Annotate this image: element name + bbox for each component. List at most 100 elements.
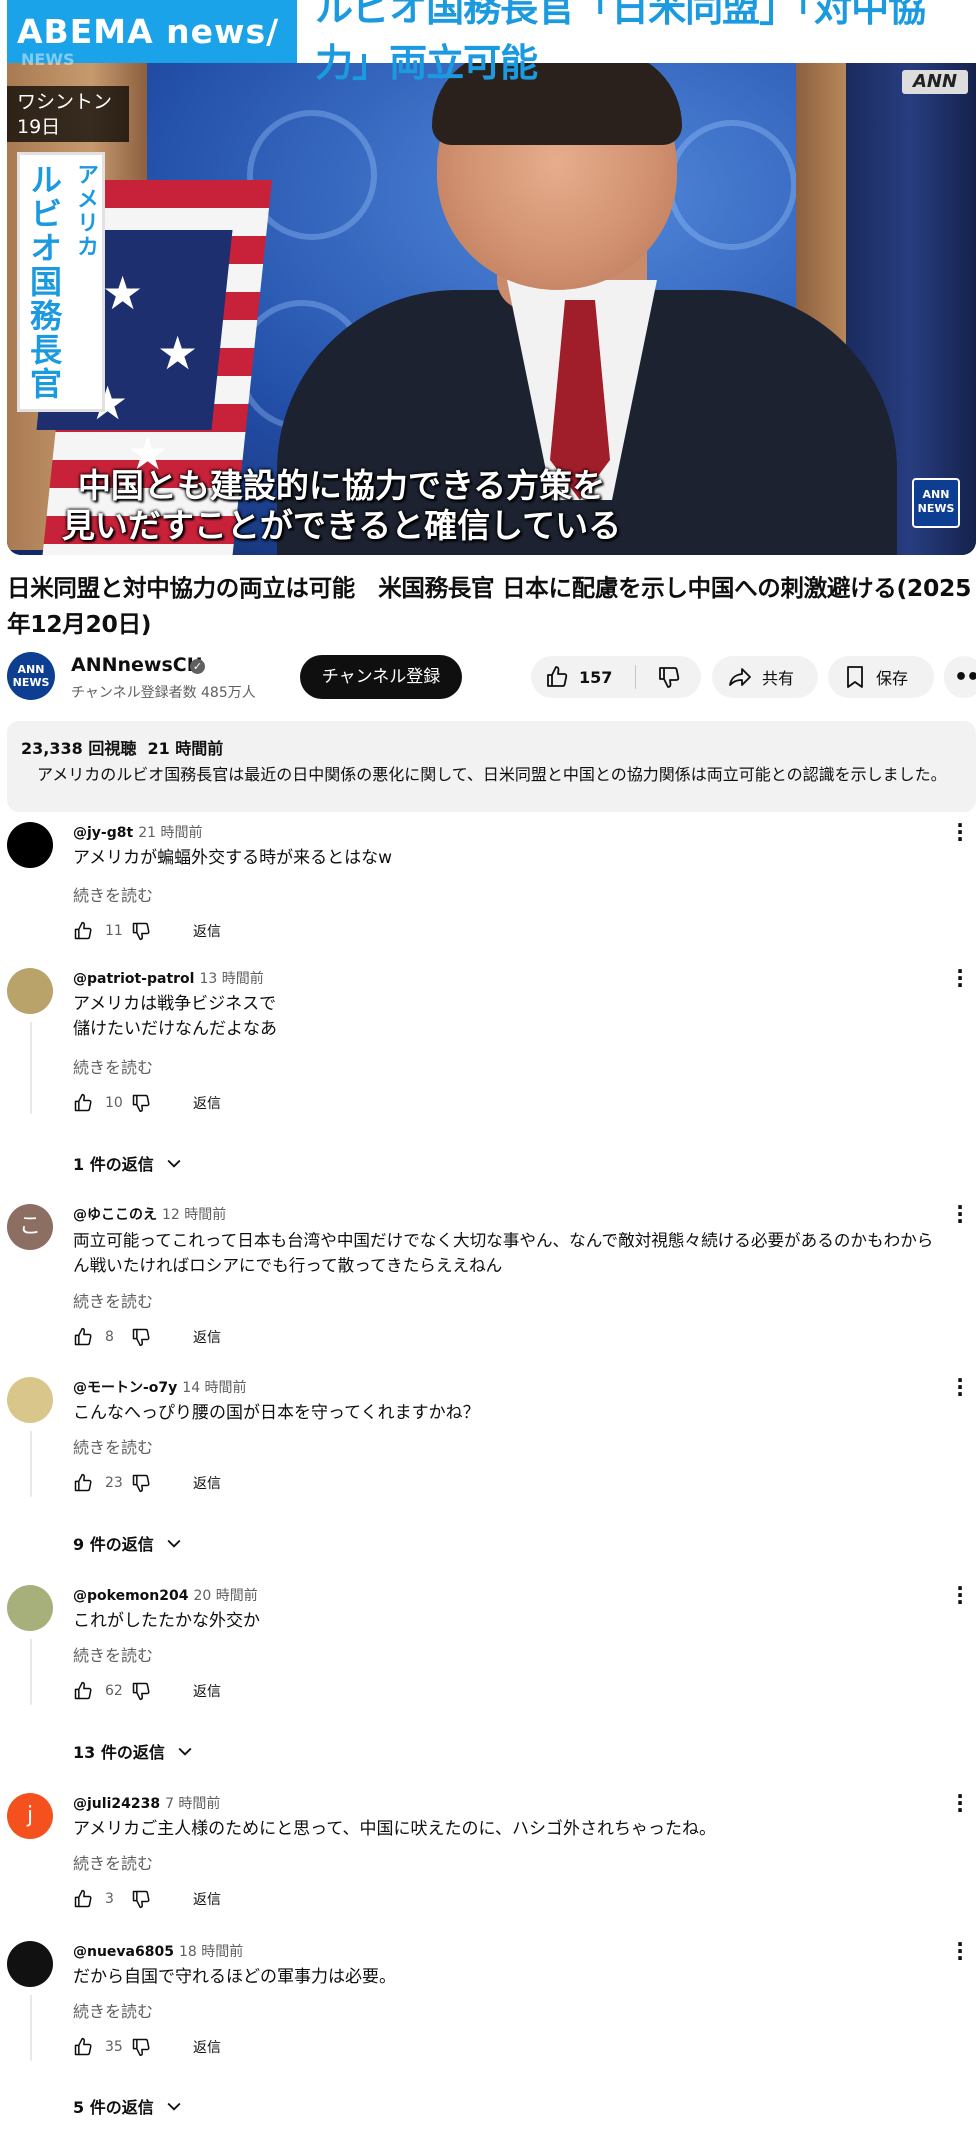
comment-time[interactable]: 14 時間前: [182, 1380, 246, 1396]
thumbs-down-icon[interactable]: [131, 1327, 151, 1347]
comment-header: @モートン-o7y 14 時間前: [73, 1377, 247, 1397]
reply-button[interactable]: 返信: [193, 921, 221, 941]
commenter-avatar[interactable]: j: [7, 1793, 53, 1839]
view-replies-button[interactable]: 9 件の返信: [73, 1531, 184, 1555]
comment-time[interactable]: 12 時間前: [162, 1207, 226, 1223]
reply-button[interactable]: 返信: [193, 1327, 221, 1347]
comment-menu-icon[interactable]: · · ·: [952, 1370, 968, 1404]
avatar-line-1: ANN: [17, 663, 45, 676]
comment-author[interactable]: @juli24238: [73, 1796, 160, 1812]
reply-button[interactable]: 返信: [193, 1889, 221, 1909]
comment-menu-icon[interactable]: · · ·: [952, 1578, 968, 1612]
comment-item: @nueva6805 18 時間前 だから自国で守れるほどの軍事力は必要。 続きを…: [7, 1934, 976, 2121]
thumbs-up-icon[interactable]: [73, 2037, 93, 2057]
read-more-link[interactable]: 続きを読む: [73, 1998, 153, 2022]
comment-time[interactable]: 20 時間前: [193, 1588, 257, 1604]
channel-avatar[interactable]: ANN NEWS: [7, 652, 55, 700]
comment-actions: 62 返信: [73, 1681, 221, 1701]
read-more-link[interactable]: 続きを読む: [73, 1054, 153, 1078]
comment-time[interactable]: 21 時間前: [138, 825, 202, 841]
comment-time[interactable]: 7 時間前: [165, 1796, 220, 1812]
chevron-down-icon: [167, 1159, 181, 1168]
view-replies-button[interactable]: 13 件の返信: [73, 1739, 195, 1763]
comment-author[interactable]: @pokemon204: [73, 1588, 188, 1604]
comment-item: @pokemon204 20 時間前 これがしたたかな外交か 続きを読む 62 返…: [7, 1578, 976, 1765]
commenter-avatar[interactable]: [7, 822, 53, 868]
comment-time[interactable]: 18 時間前: [179, 1944, 243, 1960]
commenter-avatar[interactable]: [7, 1585, 53, 1631]
comment-author[interactable]: @ゆここのえ: [73, 1207, 157, 1223]
thumbs-down-icon[interactable]: [131, 2037, 151, 2057]
save-label: 保存: [876, 669, 909, 688]
channel-name[interactable]: ANNnewsCH: [71, 654, 203, 676]
read-more-link[interactable]: 続きを読む: [73, 1434, 153, 1458]
comment-item: こ @ゆここのえ 12 時間前 両立可能ってこれって日本も台湾や中国だけでなく大切…: [7, 1197, 976, 1354]
thumbs-up-icon[interactable]: [73, 1889, 93, 1909]
thumbs-up-icon[interactable]: [73, 1681, 93, 1701]
read-more-link[interactable]: 続きを読む: [73, 1288, 153, 1312]
verified-icon: ✓: [190, 659, 205, 674]
save-button[interactable]: 保存: [828, 656, 934, 698]
thumbs-up-icon[interactable]: [73, 921, 93, 941]
commenter-avatar[interactable]: こ: [7, 1204, 53, 1250]
thumbs-down-icon[interactable]: [131, 1093, 151, 1113]
read-more-link[interactable]: 続きを読む: [73, 882, 153, 906]
thumbs-down-icon[interactable]: [131, 921, 151, 941]
comment-text-line: アメリカは戦争ビジネスで: [73, 994, 277, 1014]
comment-text: アメリカが蝙蝠外交する時が来るとはなw: [73, 846, 973, 871]
read-more-link[interactable]: 続きを読む: [73, 1850, 153, 1874]
thumbs-up-icon[interactable]: [73, 1473, 93, 1493]
dislike-button[interactable]: [636, 656, 701, 698]
reply-button[interactable]: 返信: [193, 1093, 221, 1113]
more-actions-button[interactable]: •••: [944, 656, 976, 698]
thumbs-down-icon[interactable]: [131, 1473, 151, 1493]
like-button[interactable]: 157: [531, 656, 635, 698]
subtitle-line-2: 見いだすことができると確信している: [61, 506, 622, 545]
commenter-avatar[interactable]: [7, 1377, 53, 1423]
comment-text: アメリカは戦争ビジネスで 儲けたいだけなんだよなあ: [73, 992, 973, 1042]
thumbs-up-icon[interactable]: [73, 1093, 93, 1113]
comment-like-count: 11: [105, 923, 123, 939]
thumbs-up-icon[interactable]: [73, 1327, 93, 1347]
comment-actions: 23 返信: [73, 1473, 221, 1493]
comment-actions: 8 返信: [73, 1327, 221, 1347]
comment-author[interactable]: @jy-g8t: [73, 825, 133, 841]
comment-header: @juli24238 7 時間前: [73, 1793, 220, 1813]
comment-header: @patriot-patrol 13 時間前: [73, 968, 264, 988]
description-box[interactable]: 23,338 回視聴 21 時間前 アメリカのルビオ国務長官は最近の日中関係の悪…: [7, 721, 976, 812]
view-replies-button[interactable]: 5 件の返信: [73, 2094, 184, 2118]
thumbs-down-icon[interactable]: [131, 1681, 151, 1701]
read-more-link[interactable]: 続きを読む: [73, 1642, 153, 1666]
comment-author[interactable]: @nueva6805: [73, 1944, 174, 1960]
state-dept-seal: [667, 120, 797, 250]
comment-author[interactable]: @patriot-patrol: [73, 971, 194, 987]
reply-button[interactable]: 返信: [193, 1681, 221, 1701]
comment-text: こんなへっぴり腰の国が日本を守ってくれますかね？: [73, 1401, 973, 1426]
comment-menu-icon[interactable]: · · ·: [952, 1934, 968, 1968]
commenter-avatar[interactable]: [7, 1941, 53, 1987]
view-replies-button[interactable]: 1 件の返信: [73, 1151, 184, 1175]
location-date: 19日: [17, 116, 61, 138]
comment-text-line: アメリカが蝙蝠外交する時が来るとはなw: [73, 848, 393, 868]
video-player[interactable]: ★ ★ ★ ★ ABEMA news/ ルビオ国務長官「日米同盟」「対中協力」両…: [7, 0, 976, 555]
comment-menu-icon[interactable]: · · ·: [952, 1786, 968, 1820]
comment-author[interactable]: @モートン-o7y: [73, 1380, 177, 1396]
comment-menu-icon[interactable]: · · ·: [952, 815, 968, 849]
reply-button[interactable]: 返信: [193, 2037, 221, 2057]
share-button[interactable]: 共有: [712, 656, 818, 698]
replies-count: 13 件の返信: [73, 1743, 165, 1762]
comment-text-line: 儲けたいだけなんだよなあ: [73, 1019, 277, 1039]
comment-menu-icon[interactable]: · · ·: [952, 1197, 968, 1231]
location-caption: ワシントン 19日: [7, 86, 129, 142]
thumbs-down-icon[interactable]: [131, 1889, 151, 1909]
comment-time[interactable]: 13 時間前: [199, 971, 263, 987]
commenter-avatar[interactable]: [7, 968, 53, 1014]
comment-text: アメリカご主人様のためにと思って、中国に吠えたのに、ハシゴ外されちゃったね。: [73, 1817, 973, 1842]
reply-button[interactable]: 返信: [193, 1473, 221, 1493]
comment-like-count: 3: [105, 1891, 114, 1907]
comment-menu-icon[interactable]: · · ·: [952, 961, 968, 995]
comment-actions: 10 返信: [73, 1093, 221, 1113]
subscribe-button[interactable]: チャンネル登録: [300, 655, 462, 699]
banner-name: ルビオ国務長官: [25, 163, 63, 401]
flag-star: ★: [102, 266, 144, 320]
